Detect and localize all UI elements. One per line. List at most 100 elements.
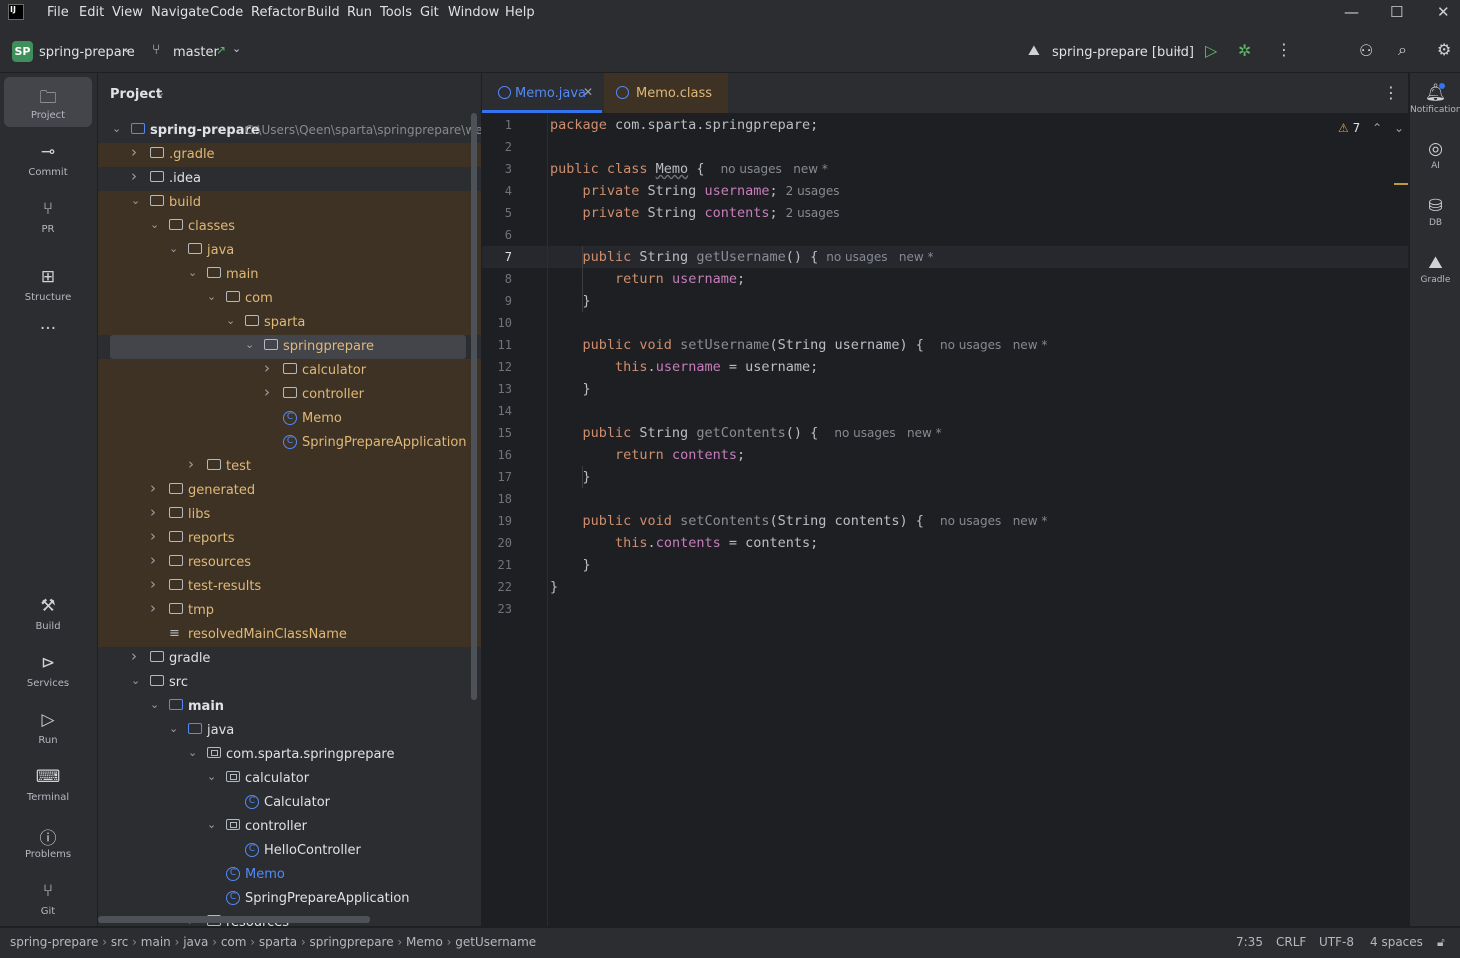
tree-item[interactable]: › .idea bbox=[98, 167, 481, 191]
tree-item[interactable]: › tmp bbox=[98, 599, 481, 623]
minimize-icon[interactable]: — bbox=[1344, 3, 1359, 21]
code-line[interactable]: public class Memo { no usages new * bbox=[550, 161, 828, 177]
tool-commit[interactable]: ⊸ Commit bbox=[4, 134, 92, 184]
tree-item[interactable]: C Memo bbox=[98, 407, 481, 431]
tool-problems[interactable]: ⓘ Problems bbox=[4, 816, 92, 866]
code-line[interactable]: private String contents; 2 usages bbox=[550, 205, 840, 221]
code-line[interactable]: private String username; 2 usages bbox=[550, 183, 840, 199]
chevron-right-icon[interactable]: › bbox=[150, 479, 156, 497]
tree-item[interactable]: ⌄ calculator bbox=[98, 767, 481, 791]
tool-pr[interactable]: ⑂ PR bbox=[4, 191, 92, 241]
project-badge[interactable]: SP bbox=[12, 41, 33, 62]
tree-item[interactable]: › generated bbox=[98, 479, 481, 503]
usage-hint[interactable]: 2 usages bbox=[786, 184, 840, 198]
breadcrumb-item[interactable]: sparta bbox=[259, 935, 297, 949]
menu-window[interactable]: Window bbox=[448, 5, 499, 20]
breadcrumb-item[interactable]: springprepare bbox=[310, 935, 394, 949]
chevron-right-icon[interactable]: › bbox=[131, 647, 137, 665]
tree-item[interactable]: › controller bbox=[98, 383, 481, 407]
code-line[interactable]: } bbox=[550, 293, 591, 309]
tab-memo-class[interactable]: Memo.class bbox=[604, 73, 728, 113]
breadcrumb-item[interactable]: com bbox=[221, 935, 247, 949]
chevron-down-icon[interactable]: ⌄ bbox=[207, 770, 216, 783]
chevron-down-icon[interactable]: ⌄ bbox=[169, 242, 178, 255]
chevron-down-icon[interactable]: ⌄ bbox=[188, 746, 197, 759]
chevron-right-icon[interactable]: › bbox=[188, 455, 194, 473]
tree-item[interactable]: › calculator bbox=[98, 359, 481, 383]
tree-item[interactable]: › test-results bbox=[98, 575, 481, 599]
code-editor[interactable]: 1 package com.sparta.springprepare; 2 3 publ… bbox=[482, 114, 1408, 926]
tree-item[interactable]: › .gradle bbox=[98, 143, 481, 167]
warning-marker[interactable] bbox=[1394, 183, 1408, 185]
horizontal-scrollbar[interactable] bbox=[98, 916, 370, 923]
indent-setting[interactable]: 4 spaces bbox=[1370, 935, 1423, 949]
tree-item[interactable]: ⌄ java bbox=[98, 719, 481, 743]
tree-item[interactable]: ⌄ main bbox=[98, 695, 481, 719]
tool-notifications[interactable]: 🔔︎ Notifications bbox=[1410, 83, 1460, 115]
code-line[interactable]: public void setUsername(String username)… bbox=[550, 337, 1048, 353]
code-line[interactable]: } bbox=[550, 469, 591, 485]
menu-refactor[interactable]: Refactor bbox=[251, 5, 306, 20]
run-icon[interactable]: ▷ bbox=[1205, 41, 1217, 60]
menu-git[interactable]: Git bbox=[420, 5, 439, 20]
code-line[interactable]: public String getContents() { no usages … bbox=[550, 425, 942, 441]
tree-item[interactable]: ⌄ src bbox=[98, 671, 481, 695]
menu-file[interactable]: File bbox=[47, 5, 69, 20]
breadcrumb-item[interactable]: src bbox=[111, 935, 129, 949]
menu-navigate[interactable]: Navigate bbox=[151, 5, 209, 20]
tool-services[interactable]: ⊳ Services bbox=[4, 645, 92, 695]
maximize-icon[interactable]: ☐ bbox=[1390, 3, 1403, 21]
settings-gear-icon[interactable]: ⚙ bbox=[1437, 40, 1451, 59]
tree-item[interactable]: › gradle bbox=[98, 647, 481, 671]
code-line[interactable]: public void setContents(String contents)… bbox=[550, 513, 1048, 529]
tree-item[interactable]: ≡ resolvedMainClassName bbox=[98, 623, 481, 647]
tool-structure[interactable]: ⊞ Structure bbox=[4, 259, 92, 309]
chevron-down-icon[interactable]: ⌄ bbox=[232, 42, 241, 55]
chevron-up-icon[interactable]: ⌃ bbox=[1372, 121, 1382, 135]
tree-item[interactable]: › test bbox=[98, 455, 481, 479]
tool-run[interactable]: ▷ Run bbox=[4, 702, 92, 752]
chevron-right-icon[interactable]: › bbox=[150, 599, 156, 617]
breadcrumb-item[interactable]: java bbox=[183, 935, 208, 949]
chevron-right-icon[interactable]: › bbox=[264, 383, 270, 401]
tree-item[interactable]: ⌄ com.sparta.springprepare bbox=[98, 743, 481, 767]
chevron-down-icon[interactable]: ⌄ bbox=[131, 194, 140, 207]
tool-terminal[interactable]: ⌨ Terminal bbox=[4, 759, 92, 809]
code-line[interactable]: } bbox=[550, 381, 591, 397]
chevron-right-icon[interactable]: › bbox=[150, 551, 156, 569]
tree-item[interactable]: ⌄ spring-prepare C:\Users\Qeen\sparta\spri… bbox=[98, 119, 481, 143]
tree-item[interactable]: ⌄ springprepare bbox=[110, 335, 466, 359]
code-line[interactable]: } bbox=[550, 579, 558, 595]
breadcrumb-item[interactable]: main bbox=[141, 935, 171, 949]
chevron-down-icon[interactable]: ⌄ bbox=[188, 266, 197, 279]
caret-position[interactable]: 7:35 bbox=[1236, 935, 1263, 949]
tool-db[interactable]: ⛁ DB bbox=[1410, 196, 1460, 228]
tree-item[interactable]: ⌄ main bbox=[98, 263, 481, 287]
chevron-right-icon[interactable]: › bbox=[264, 359, 270, 377]
tool-build[interactable]: ⚒ Build bbox=[4, 588, 92, 638]
more-actions-icon[interactable]: ⋮ bbox=[1276, 40, 1292, 59]
more-tools-button[interactable]: ··· bbox=[4, 319, 92, 343]
tree-item[interactable]: ⌄ controller bbox=[98, 815, 481, 839]
code-line[interactable]: package com.sparta.springprepare; bbox=[550, 117, 818, 133]
tree-item[interactable]: › reports bbox=[98, 527, 481, 551]
branch-selector[interactable]: master bbox=[173, 45, 219, 60]
tree-item[interactable]: ⌄ build bbox=[98, 191, 481, 215]
usage-hint[interactable]: 2 usages bbox=[786, 206, 840, 220]
code-line[interactable]: return contents; bbox=[550, 447, 745, 463]
menu-build[interactable]: Build bbox=[307, 5, 340, 20]
usage-hint[interactable]: no usages new * bbox=[834, 426, 941, 440]
project-selector[interactable]: spring-prepare bbox=[39, 45, 135, 60]
chevron-down-icon[interactable]: ⌄ bbox=[1174, 42, 1183, 55]
panel-title[interactable]: Project bbox=[110, 87, 162, 102]
chevron-down-icon[interactable]: ⌄ bbox=[150, 698, 159, 711]
chevron-down-icon[interactable]: ⌄ bbox=[245, 338, 254, 351]
chevron-right-icon[interactable]: › bbox=[131, 143, 137, 161]
chevron-down-icon[interactable]: ⌄ bbox=[122, 42, 131, 55]
tab-options-icon[interactable]: ⋮ bbox=[1383, 83, 1399, 102]
file-encoding[interactable]: UTF-8 bbox=[1319, 935, 1354, 949]
line-separator[interactable]: CRLF bbox=[1276, 935, 1306, 949]
tool-project[interactable]: 🗀 Project bbox=[4, 77, 92, 127]
code-line[interactable]: this.contents = contents; bbox=[550, 535, 818, 551]
tree-item[interactable]: C Calculator bbox=[98, 791, 481, 815]
